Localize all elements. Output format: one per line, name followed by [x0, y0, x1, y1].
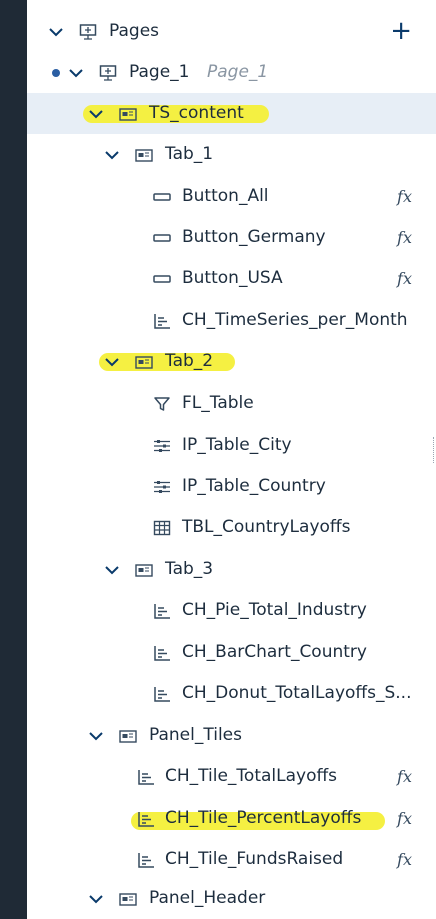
- chevron-down-icon[interactable]: [69, 66, 83, 80]
- tree-label-ch-timeseries: CH_TimeSeries_per_Month: [182, 310, 408, 330]
- left-dark-strip: [0, 0, 27, 919]
- chart-icon: [154, 313, 170, 329]
- modified-dot-icon: [52, 69, 60, 77]
- tree-row-ch-pie[interactable]: CH_Pie_Total_Industry: [27, 590, 436, 631]
- tree-label-ip-table-country: IP_Table_Country: [182, 476, 326, 496]
- tree-row-ch-bar[interactable]: CH_BarChart_Country: [27, 632, 436, 673]
- tree-label-button-usa: Button_USA: [182, 268, 283, 288]
- tree-row-tile-percent[interactable]: CH_Tile_PercentLayoffs fx: [27, 798, 436, 839]
- tree-label-panel-header: Panel_Header: [149, 888, 266, 908]
- tree-label-ch-donut: CH_Donut_TotalLayoffs_S...: [182, 683, 412, 703]
- chevron-down-icon[interactable]: [105, 563, 119, 577]
- add-page-button[interactable]: +: [390, 11, 412, 52]
- table-icon: [153, 520, 171, 535]
- input-control-icon: [154, 480, 170, 493]
- script-fx-icon[interactable]: fx: [397, 798, 412, 839]
- tree-label-ts-content: TS_content: [149, 103, 244, 123]
- tree-label-tbl-country: TBL_CountryLayoffs: [182, 517, 351, 537]
- tree-row-ip-table-city[interactable]: IP_Table_City: [27, 425, 436, 466]
- button-widget-icon: [153, 233, 171, 242]
- tree-row-ch-timeseries[interactable]: CH_TimeSeries_per_Month: [27, 300, 436, 341]
- tree-label-ip-table-city: IP_Table_City: [182, 435, 292, 455]
- tree-row-panel-tiles[interactable]: Panel_Tiles: [27, 715, 436, 756]
- chevron-down-icon[interactable]: [105, 355, 119, 369]
- panel-icon: [119, 892, 137, 906]
- tree-row-button-all[interactable]: Button_All fx: [27, 176, 436, 217]
- script-fx-icon[interactable]: fx: [397, 756, 412, 797]
- tree-row-tab-2[interactable]: Tab_2: [27, 341, 436, 382]
- tree-label-button-all: Button_All: [182, 186, 269, 206]
- tree-row-button-usa[interactable]: Button_USA fx: [27, 258, 436, 299]
- outline-tree: Pages + Page_1 Page_1 TS_content Tab_1 B…: [27, 0, 436, 919]
- tab-icon: [135, 148, 153, 162]
- tree-row-pages[interactable]: Pages +: [27, 11, 436, 52]
- script-fx-icon[interactable]: fx: [397, 217, 412, 258]
- tree-row-tile-funds[interactable]: CH_Tile_FundsRaised fx: [27, 839, 436, 880]
- tree-label-ch-pie: CH_Pie_Total_Industry: [182, 600, 367, 620]
- chevron-down-icon[interactable]: [89, 892, 103, 906]
- tree-row-ch-donut[interactable]: CH_Donut_TotalLayoffs_S...: [27, 673, 436, 714]
- tree-row-page-1[interactable]: Page_1 Page_1: [27, 52, 436, 93]
- panel-icon: [119, 729, 137, 743]
- chevron-down-icon[interactable]: [49, 25, 63, 39]
- script-fx-icon[interactable]: fx: [397, 839, 412, 880]
- tree-label-fl-table: FL_Table: [182, 393, 254, 413]
- chart-icon: [138, 852, 154, 868]
- chart-icon: [154, 603, 170, 619]
- chevron-down-icon[interactable]: [89, 107, 103, 121]
- tree-row-panel-header[interactable]: Panel_Header: [27, 878, 436, 919]
- script-fx-icon[interactable]: fx: [397, 258, 412, 299]
- tree-label-tab-1: Tab_1: [165, 144, 214, 164]
- tree-row-fl-table[interactable]: FL_Table: [27, 383, 436, 424]
- button-widget-icon: [153, 192, 171, 201]
- chart-icon: [138, 769, 154, 785]
- tree-row-button-germany[interactable]: Button_Germany fx: [27, 217, 436, 258]
- tree-label-tile-funds: CH_Tile_FundsRaised: [165, 849, 344, 869]
- tree-label-tile-total: CH_Tile_TotalLayoffs: [165, 766, 338, 786]
- page-icon: [79, 23, 97, 40]
- tree-label-page-1: Page_1: [129, 62, 190, 82]
- tabstrip-icon: [119, 107, 137, 121]
- tree-row-tab-3[interactable]: Tab_3: [27, 549, 436, 590]
- tree-label-tab-3: Tab_3: [165, 559, 214, 579]
- tree-label-panel-tiles: Panel_Tiles: [149, 725, 242, 745]
- tree-sublabel-page-1: Page_1: [207, 62, 269, 82]
- chevron-down-icon[interactable]: [105, 148, 119, 162]
- tree-label-ch-bar: CH_BarChart_Country: [182, 642, 367, 662]
- input-control-icon: [154, 439, 170, 452]
- tree-row-ip-table-country[interactable]: IP_Table_Country: [27, 466, 436, 507]
- button-widget-icon: [153, 274, 171, 283]
- tree-row-tab-1[interactable]: Tab_1: [27, 134, 436, 175]
- script-fx-icon[interactable]: fx: [397, 176, 412, 217]
- chart-icon: [154, 645, 170, 661]
- page-icon: [99, 64, 117, 81]
- chart-icon: [138, 811, 154, 827]
- filter-icon: [154, 396, 170, 411]
- tree-label-pages: Pages: [109, 21, 160, 41]
- chart-icon: [154, 686, 170, 702]
- tree-row-ts-content[interactable]: TS_content: [27, 93, 436, 134]
- tree-label-tab-2: Tab_2: [165, 351, 214, 371]
- tree-label-tile-percent: CH_Tile_PercentLayoffs: [165, 808, 362, 828]
- tree-row-tile-total[interactable]: CH_Tile_TotalLayoffs fx: [27, 756, 436, 797]
- tree-label-button-germany: Button_Germany: [182, 227, 326, 247]
- tab-icon: [135, 355, 153, 369]
- tree-row-tbl-country[interactable]: TBL_CountryLayoffs: [27, 507, 436, 548]
- chevron-down-icon[interactable]: [89, 729, 103, 743]
- tab-icon: [135, 563, 153, 577]
